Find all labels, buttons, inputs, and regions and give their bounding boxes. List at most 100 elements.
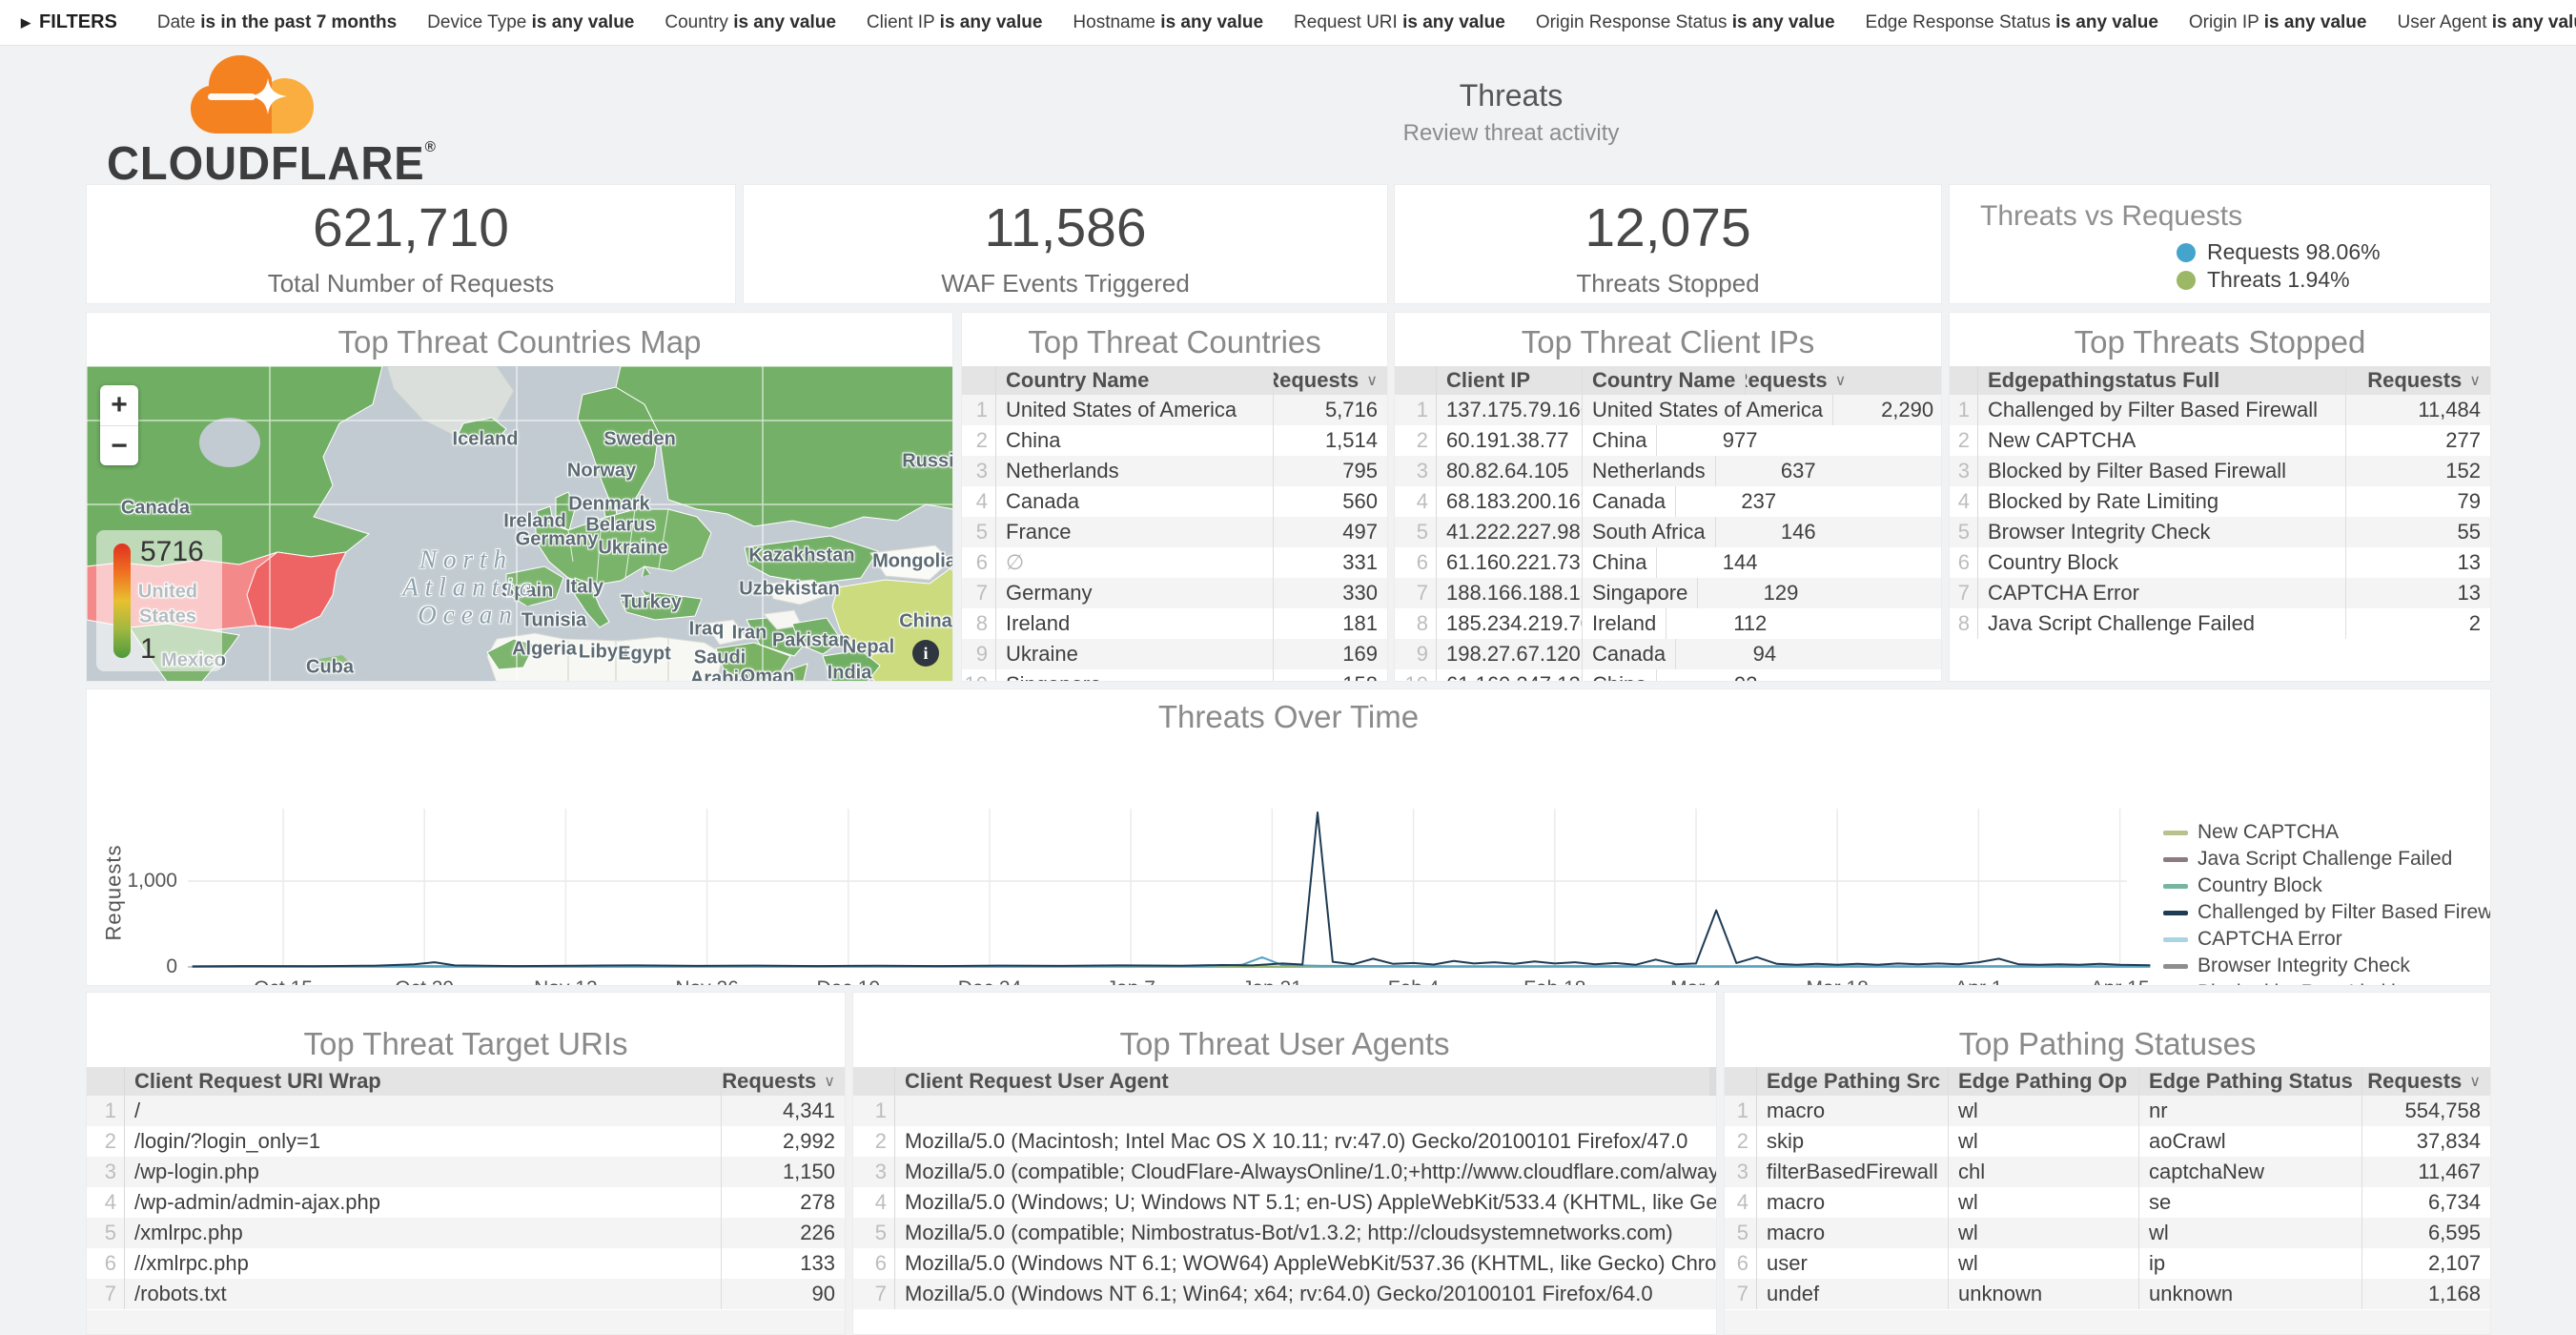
table-row[interactable]: 5 41.222.227.98 South Africa 146	[1395, 517, 1941, 547]
table-row[interactable]: 6 Country Block 13	[1950, 547, 2490, 578]
table-row[interactable]: 8 Ireland 181	[962, 608, 1387, 639]
legend-item[interactable]: New CAPTCHA	[2163, 821, 2491, 844]
col-index	[962, 366, 996, 395]
table-row[interactable]: 7 undef unknown unknown 1,168	[1725, 1279, 2490, 1309]
table-row[interactable]: 2 /login/?login_only=1 2,992	[87, 1126, 845, 1157]
legend-item[interactable]: Challenged by Filter Based Firewall	[2163, 901, 2491, 924]
legend-item[interactable]: CAPTCHA Error	[2163, 928, 2491, 951]
table-row[interactable]: 6 user wl ip 2,107	[1725, 1248, 2490, 1279]
requests-cell: 977	[1656, 425, 1767, 456]
table-row[interactable]: 9 198.27.67.120 Canada 94	[1395, 639, 1941, 669]
table-row[interactable]: 7 /robots.txt 90	[87, 1279, 845, 1309]
client-ip-cell: 60.191.38.77	[1437, 428, 1582, 453]
table-row[interactable]: 3 Mozilla/5.0 (compatible; CloudFlare-Al…	[853, 1157, 1716, 1187]
table-row[interactable]: 3 Blocked by Filter Based Firewall 152	[1950, 456, 2490, 486]
table-row[interactable]: 3 80.82.64.105 Netherlands 637	[1395, 456, 1941, 486]
filter-chip[interactable]: Origin Response Status is any value	[1536, 12, 1835, 33]
table-row[interactable]: 5 Mozilla/5.0 (compatible; Nimbostratus-…	[853, 1218, 1716, 1248]
table-row[interactable]: 8 Java Script Challenge Failed 2	[1950, 608, 2490, 639]
filter-chip[interactable]: Date is in the past 7 months	[157, 12, 397, 33]
table-header: Country Name Requests∨	[962, 366, 1387, 395]
row-index: 3	[1395, 456, 1437, 486]
info-icon[interactable]: i	[912, 640, 939, 667]
filter-chip[interactable]: Client IP is any value	[867, 12, 1042, 33]
table-row[interactable]: 3 filterBasedFirewall chl captchaNew 11,…	[1725, 1157, 2490, 1187]
col-requests-sort[interactable]: Requests∨	[2345, 366, 2490, 395]
requests-cell: 152	[2345, 456, 2490, 486]
table-row[interactable]: 3 /wp-login.php 1,150	[87, 1157, 845, 1187]
table-row[interactable]: 10 61.160.247.127 China 92	[1395, 669, 1941, 681]
table-row[interactable]: 7 188.166.188.152 Singapore 129	[1395, 578, 1941, 608]
table-row[interactable]: 1 137.175.79.166 United States of Americ…	[1395, 395, 1941, 425]
table-row[interactable]: 4 macro wl se 6,734	[1725, 1187, 2490, 1218]
table-row[interactable]: 4 Blocked by Rate Limiting 79	[1950, 486, 2490, 517]
filter-chip[interactable]: Country is any value	[664, 12, 836, 33]
filters-toggle[interactable]: ▶ FILTERS	[21, 11, 117, 33]
col-requests-sort[interactable]: Requests∨	[1273, 366, 1387, 395]
filter-chip[interactable]: Hostname is any value	[1073, 12, 1263, 33]
panel-title: Top Threats Stopped	[1950, 313, 2490, 366]
map-color-legend: 5716 1	[96, 530, 222, 671]
table-row[interactable]: 6 Mozilla/5.0 (Windows NT 6.1; WOW64) Ap…	[853, 1248, 1716, 1279]
uri-cell: /wp-admin/admin-ajax.php	[125, 1190, 721, 1215]
zoom-out-button[interactable]: −	[100, 426, 138, 466]
table-header: Edge Pathing Src Edge Pathing Op Edge Pa…	[1725, 1067, 2490, 1096]
table-row[interactable]: 4 Canada 560	[962, 486, 1387, 517]
table-row[interactable]: 6 61.160.221.73 China 144	[1395, 547, 1941, 578]
table-row[interactable]: 1 / 4,341	[87, 1096, 845, 1126]
line-chart[interactable]: New CAPTCHA Java Script Challenge Failed…	[87, 737, 2491, 981]
legend-item[interactable]: Blocked by Rate Limiting	[2163, 981, 2491, 986]
pie-legend: Requests 98.06% Threats 1.94%	[2177, 238, 2381, 294]
filter-chip[interactable]: Origin IP is any value	[2189, 12, 2367, 33]
logo-wordmark: CLOUDFLARE	[107, 138, 425, 190]
requests-cell: 133	[721, 1248, 845, 1279]
country-name-cell: Canada	[1582, 486, 1675, 517]
table-row[interactable]: 2 60.191.38.77 China 977	[1395, 425, 1941, 456]
table-row[interactable]: 8 185.234.219.70 Ireland 112	[1395, 608, 1941, 639]
filter-chip[interactable]: Request URI is any value	[1294, 12, 1505, 33]
pathing-op-cell: unknown	[1948, 1279, 2138, 1309]
user-agent-cell: Mozilla/5.0 (Windows NT 6.1; WOW64) Appl…	[895, 1251, 1716, 1276]
table-row[interactable]: 7 Germany 330	[962, 578, 1387, 608]
zoom-in-button[interactable]: +	[100, 385, 138, 426]
table-row[interactable]: 1	[853, 1096, 1716, 1126]
table-row[interactable]: 2 China 1,514	[962, 425, 1387, 456]
world-map[interactable]: CanadaUnitedStatesMexicoCubaIcelandIrela…	[87, 366, 953, 682]
table-row[interactable]: 6 //xmlrpc.php 133	[87, 1248, 845, 1279]
table-row[interactable]: 5 France 497	[962, 517, 1387, 547]
table-row[interactable]: 7 Mozilla/5.0 (Windows NT 6.1; Win64; x6…	[853, 1279, 1716, 1309]
table-row[interactable]: 6 ∅ 331	[962, 547, 1387, 578]
legend-item[interactable]: Java Script Challenge Failed	[2163, 848, 2491, 871]
table-row[interactable]: 1 macro wl nr 554,758	[1725, 1096, 2490, 1126]
stat-label: Total Number of Requests	[268, 269, 555, 298]
table-row[interactable]: 3 Netherlands 795	[962, 456, 1387, 486]
table-row[interactable]: 9 Ukraine 169	[962, 639, 1387, 669]
col-requests-sort[interactable]: Requests∨	[2361, 1067, 2490, 1096]
table-row[interactable]: 2 New CAPTCHA 277	[1950, 425, 2490, 456]
table-row[interactable]: 5 Browser Integrity Check 55	[1950, 517, 2490, 547]
table-row[interactable]: 4 /wp-admin/admin-ajax.php 278	[87, 1187, 845, 1218]
registered-mark: ®	[425, 139, 437, 155]
table-row[interactable]: 1 Challenged by Filter Based Firewall 11…	[1950, 395, 2490, 425]
legend-item[interactable]: Browser Integrity Check	[2163, 955, 2491, 977]
row-index: 4	[853, 1187, 895, 1218]
table-row[interactable]: 4 68.183.200.167 Canada 237	[1395, 486, 1941, 517]
table-row[interactable]: 1 United States of America 5,716	[962, 395, 1387, 425]
table-row[interactable]: 5 macro wl wl 6,595	[1725, 1218, 2490, 1248]
filter-chip[interactable]: Edge Response Status is any value	[1866, 12, 2158, 33]
country-name-cell: China	[1582, 669, 1656, 681]
requests-cell: 1,514	[1273, 425, 1387, 456]
table-row[interactable]: 4 Mozilla/5.0 (Windows; U; Windows NT 5.…	[853, 1187, 1716, 1218]
col-requests-sort[interactable]: Requests∨	[1745, 366, 1855, 395]
table-row[interactable]: 2 Mozilla/5.0 (Macintosh; Intel Mac OS X…	[853, 1126, 1716, 1157]
legend-item[interactable]: Country Block	[2163, 874, 2491, 897]
table-row[interactable]: 7 CAPTCHA Error 13	[1950, 578, 2490, 608]
table-row[interactable]: 5 /xmlrpc.php 226	[87, 1218, 845, 1248]
table-row[interactable]: 10 Singapore 158	[962, 669, 1387, 681]
threat-map-panel: Top Threat Countries Map	[86, 312, 953, 682]
table-row[interactable]: 2 skip wl aoCrawl 37,834	[1725, 1126, 2490, 1157]
top-threats-stopped-panel: Top Threats Stopped Edgepathingstatus Fu…	[1949, 312, 2491, 682]
filter-chip[interactable]: User Agent is any value	[2397, 12, 2576, 33]
filter-chip[interactable]: Device Type is any value	[427, 12, 634, 33]
col-requests-sort[interactable]: Requests∨	[721, 1067, 845, 1096]
